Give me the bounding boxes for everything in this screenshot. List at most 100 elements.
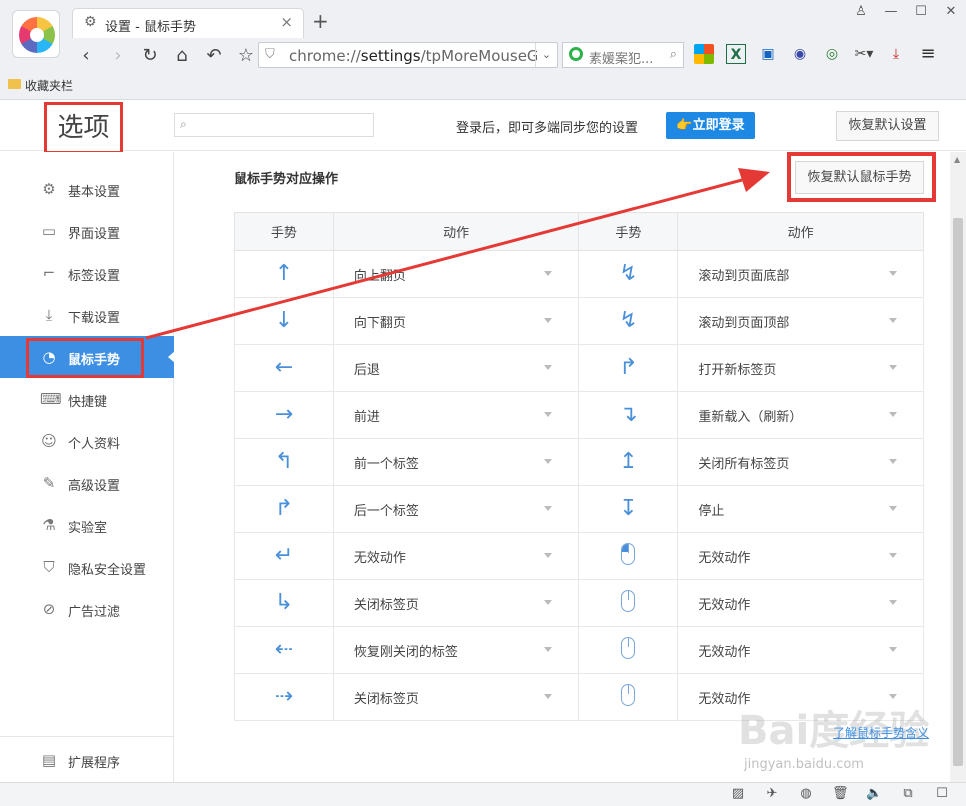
close-tab-icon[interactable]: × <box>280 13 293 31</box>
gesture-cell: → <box>234 391 334 439</box>
action-select[interactable]: 无效动作 <box>332 532 580 580</box>
gesture-arrow-icon: ← <box>274 355 294 380</box>
scroll-up-icon[interactable]: ▲ <box>954 155 960 164</box>
action-select[interactable]: 关闭标签页 <box>332 579 580 627</box>
sidebar-item-tabs[interactable]: ⌐ 标签设置 <box>0 252 174 294</box>
action-select[interactable]: 无效动作 <box>677 532 924 580</box>
address-bar[interactable]: ⛉ chrome://settings/tpMoreMouseGes ⌄ <box>258 42 558 68</box>
sidebar-item-advanced[interactable]: ✎ 高级设置 <box>0 462 174 504</box>
action-select[interactable]: 向上翻页 <box>332 250 580 298</box>
action-select[interactable]: 前进 <box>332 391 580 439</box>
action-select[interactable]: 滚动到页面顶部 <box>677 297 924 345</box>
menu-icon[interactable]: ≡ <box>918 44 938 64</box>
active-tab[interactable]: ⚙ 设置 - 鼠标手势 × <box>72 8 304 38</box>
chevron-down-icon[interactable] <box>889 412 897 417</box>
action-select[interactable]: 重新载入（刷新） <box>677 391 924 439</box>
back-icon[interactable]: ‹ <box>76 45 96 66</box>
trash-icon[interactable]: 🗑 <box>832 786 849 801</box>
action-select[interactable]: 前一个标签 <box>332 438 580 486</box>
action-select[interactable]: 滚动到页面底部 <box>677 250 924 298</box>
chevron-down-icon[interactable]: ⌄ <box>535 43 557 67</box>
chevron-down-icon[interactable] <box>544 318 553 323</box>
minimize-icon[interactable]: — <box>882 4 900 24</box>
screenshot-icon[interactable]: ⧉ <box>900 786 916 801</box>
scissors-icon[interactable]: ✂▾ <box>854 44 874 64</box>
restore-defaults-button[interactable]: 恢复默认设置 <box>836 111 939 141</box>
chevron-down-icon[interactable] <box>889 365 897 370</box>
login-button[interactable]: 👉立即登录 <box>666 112 755 139</box>
sidebar-item-privacy[interactable]: ⛉ 隐私安全设置 <box>0 546 174 588</box>
sidebar-item-extensions[interactable]: ▤ 扩展程序 <box>0 739 174 781</box>
excel-icon[interactable]: X <box>726 44 746 64</box>
bookmarks-folder[interactable]: 收藏夹栏 <box>25 77 73 94</box>
action-select[interactable]: 无效动作 <box>677 626 924 674</box>
browser-logo[interactable] <box>12 10 60 58</box>
action-label: 滚动到页面顶部 <box>698 315 790 331</box>
pin-icon[interactable]: ✈ <box>764 786 780 801</box>
new-tab-button[interactable]: + <box>312 9 329 33</box>
action-select[interactable]: 后退 <box>332 344 580 392</box>
speed-icon[interactable]: ◍ <box>798 786 814 801</box>
sidebar-item-basic[interactable]: ⚙ 基本设置 <box>0 168 174 210</box>
gesture-cell <box>578 626 679 674</box>
undo-icon[interactable]: ↶ <box>204 45 224 66</box>
sidebar-item-shortcuts[interactable]: ⌨ 快捷键 <box>0 378 174 420</box>
security-icon[interactable]: ◎ <box>822 44 842 64</box>
home-icon[interactable]: ⌂ <box>172 45 192 66</box>
sidebar-item-interface[interactable]: ▭ 界面设置 <box>0 210 174 252</box>
skin-icon[interactable]: ♙ <box>852 4 870 24</box>
url-text[interactable]: chrome://settings/tpMoreMouseGes <box>289 47 537 65</box>
chevron-down-icon[interactable] <box>889 600 897 605</box>
action-select[interactable]: 停止 <box>677 485 924 533</box>
search-icon[interactable]: ⌕ <box>670 47 677 62</box>
chevron-down-icon[interactable] <box>544 506 553 511</box>
screenshot-icon[interactable]: ▣ <box>758 44 778 64</box>
chevron-down-icon[interactable] <box>544 365 553 370</box>
chevron-down-icon[interactable] <box>889 318 897 323</box>
forward-icon[interactable]: › <box>108 45 128 66</box>
close-window-icon[interactable]: ✕ <box>942 4 960 24</box>
action-select[interactable]: 无效动作 <box>677 579 924 627</box>
chevron-down-icon[interactable] <box>889 271 897 276</box>
sidebar-item-profile[interactable]: ☺ 个人资料 <box>0 420 174 462</box>
windows-app-icon[interactable] <box>694 44 714 64</box>
chevron-down-icon[interactable] <box>889 647 897 652</box>
annotation-box-sidebar <box>26 338 144 378</box>
download-icon[interactable]: ⤓ <box>886 44 906 64</box>
bookmarks-bar: 收藏夹栏 <box>0 74 966 98</box>
chevron-down-icon[interactable] <box>889 506 897 511</box>
settings-search-input[interactable]: ⌕ <box>174 113 374 137</box>
sidebar-item-lab[interactable]: ⚗ 实验室 <box>0 504 174 546</box>
chevron-down-icon[interactable] <box>544 694 553 699</box>
sound-icon[interactable]: 🔈 <box>866 786 882 801</box>
sidebar-item-download[interactable]: ⤓ 下载设置 <box>0 294 174 336</box>
reload-icon[interactable]: ↻ <box>140 45 160 66</box>
star-icon[interactable]: ☆ <box>236 45 256 66</box>
search-query[interactable]: 素媛案犯... <box>589 48 653 67</box>
chevron-down-icon[interactable] <box>544 271 553 276</box>
action-select[interactable]: 向下翻页 <box>332 297 580 345</box>
chevron-down-icon[interactable] <box>544 647 553 652</box>
gesture-help-link[interactable]: 了解鼠标手势含义 <box>833 724 929 741</box>
chevron-down-icon[interactable] <box>544 412 553 417</box>
chevron-down-icon[interactable] <box>544 459 553 464</box>
chevron-down-icon[interactable] <box>889 459 897 464</box>
action-select[interactable]: 打开新标签页 <box>677 344 924 392</box>
search-engine-box[interactable]: 素媛案犯... ⌕ <box>562 42 684 68</box>
eye-icon[interactable]: ◉ <box>790 44 810 64</box>
maximize-icon[interactable]: ☐ <box>912 4 930 24</box>
action-select[interactable]: 后一个标签 <box>332 485 580 533</box>
watermark-url: jingyan.baidu.com <box>744 757 864 772</box>
chevron-down-icon[interactable] <box>889 553 897 558</box>
action-select[interactable]: 恢复刚关闭的标签 <box>332 626 580 674</box>
action-select[interactable]: 关闭标签页 <box>332 673 580 721</box>
sidebar-item-adblock[interactable]: ⊘ 广告过滤 <box>0 588 174 630</box>
chevron-down-icon[interactable] <box>544 553 553 558</box>
action-select[interactable]: 关闭所有标签页 <box>677 438 924 486</box>
image-icon[interactable]: ▨ <box>730 786 746 801</box>
chevron-down-icon[interactable] <box>544 600 553 605</box>
scrollbar[interactable]: ▲ <box>950 152 966 782</box>
scrollbar-thumb[interactable] <box>953 218 963 766</box>
zoom-icon[interactable]: ☐ <box>934 786 950 801</box>
action-label: 关闭所有标签页 <box>698 456 790 472</box>
